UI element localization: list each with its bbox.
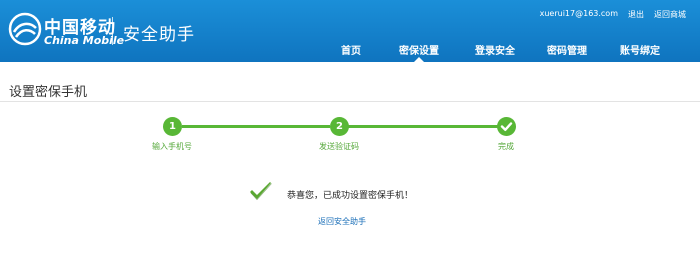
main-nav: 首页 密保设置 登录安全 密码管理 账号绑定 (330, 42, 700, 62)
back-to-assistant-link[interactable]: 返回安全助手 (318, 216, 366, 227)
nav-item-security-settings[interactable]: 密保设置 (394, 42, 444, 62)
success-check-icon (250, 182, 272, 201)
nav-item-account-binding[interactable]: 账号绑定 (615, 42, 665, 62)
step-2-label: 发送验证码 (319, 142, 359, 151)
china-mobile-logo-icon (8, 12, 42, 46)
step-3-circle (497, 117, 516, 136)
step-connector-2 (348, 125, 498, 128)
app-title: 安全助手 (123, 25, 195, 45)
nav-item-password-management[interactable]: 密码管理 (542, 42, 592, 62)
step-3-label: 完成 (498, 142, 514, 151)
success-message: 恭喜您，已成功设置密保手机！ (287, 191, 414, 201)
check-icon (500, 122, 513, 131)
step-2-circle: 2 (330, 117, 349, 136)
nav-item-home[interactable]: 首页 (336, 42, 366, 62)
back-to-mall-link[interactable]: 返回商城 (654, 9, 686, 20)
nav-item-login-security[interactable]: 登录安全 (470, 42, 520, 62)
title-divider (0, 101, 700, 102)
step-connector-1 (182, 125, 330, 128)
step-1-label: 输入手机号 (152, 142, 192, 151)
step-1-circle: 1 (163, 117, 182, 136)
header-divider (112, 17, 113, 45)
top-links: xuerui17@163.com 退出 返回商城 (540, 9, 686, 20)
page-title: 设置密保手机 (9, 85, 88, 100)
user-email: xuerui17@163.com (539, 9, 618, 18)
header-bar: 中国移动 China Mobile 安全助手 xuerui17@163.com … (0, 0, 700, 62)
logout-link[interactable]: 退出 (628, 9, 644, 20)
